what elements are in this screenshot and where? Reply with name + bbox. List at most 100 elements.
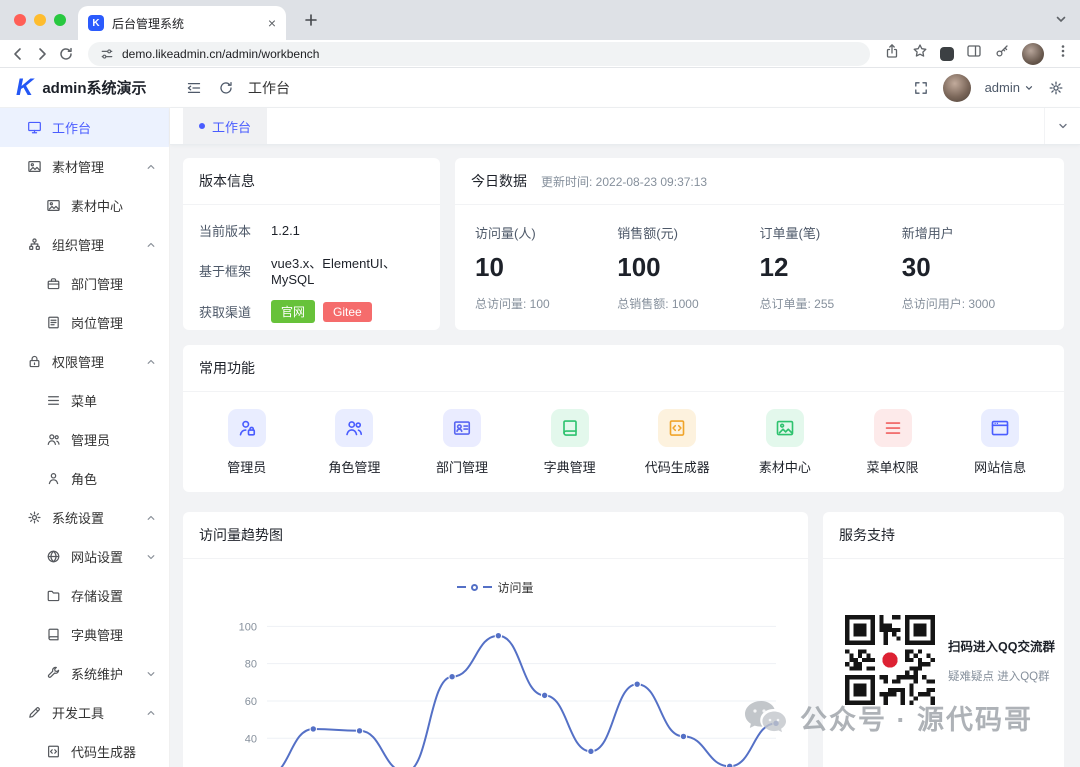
collapse-sidebar-icon[interactable] xyxy=(186,80,202,96)
version-card-title: 版本信息 xyxy=(183,158,440,205)
org-icon xyxy=(27,237,42,252)
forward-icon[interactable] xyxy=(34,46,50,62)
image-icon xyxy=(46,198,61,213)
chevron-up-icon xyxy=(146,513,156,523)
reload-icon[interactable] xyxy=(58,46,74,62)
quick-item-字典管理[interactable]: 字典管理 xyxy=(516,409,624,476)
stat-访问量(人): 访问量(人) 10 总访问量: 100 xyxy=(475,223,617,312)
extension-icon[interactable] xyxy=(940,46,954,61)
sidebar-item-字典管理[interactable]: 字典管理 xyxy=(0,615,169,654)
site-settings-icon[interactable] xyxy=(100,47,114,61)
quick-item-label: 网站信息 xyxy=(974,460,1027,475)
page-tabs-bar: 工作台 xyxy=(170,108,1080,145)
logo-k-mark: K xyxy=(16,73,34,101)
legend-line-right xyxy=(483,586,493,588)
user-menu[interactable]: admin xyxy=(985,80,1034,95)
new-tab-button[interactable] xyxy=(298,7,324,33)
folder-icon xyxy=(46,588,61,603)
sidebar-item-角色[interactable]: 角色 xyxy=(0,459,169,498)
sidebar-item-管理员[interactable]: 管理员 xyxy=(0,420,169,459)
page-tab-workbench[interactable]: 工作台 xyxy=(183,108,268,144)
share-icon[interactable] xyxy=(884,43,900,64)
browser-tabstrip: K 后台管理系统 × xyxy=(0,0,1080,40)
chevron-up-icon xyxy=(146,708,156,718)
minimize-window-button[interactable] xyxy=(34,14,46,26)
sidebar-item-工作台[interactable]: 工作台 xyxy=(0,108,169,147)
browser-menu-icon[interactable] xyxy=(1056,43,1070,64)
image-icon xyxy=(765,409,804,447)
legend-label: 访问量 xyxy=(497,580,534,595)
sidebar-item-岗位管理[interactable]: 岗位管理 xyxy=(0,303,169,342)
quick-item-素材中心[interactable]: 素材中心 xyxy=(731,409,839,476)
wrench-icon xyxy=(46,666,61,681)
sidebar-item-组织管理[interactable]: 组织管理 xyxy=(0,225,169,264)
quick-item-label: 素材中心 xyxy=(758,460,811,475)
bookmark-star-icon[interactable] xyxy=(912,43,928,64)
user-icon xyxy=(46,471,61,486)
tab-actions-chevron-icon[interactable] xyxy=(1044,108,1080,144)
official-site-badge[interactable]: 官网 xyxy=(271,300,316,323)
quick-item-菜单权限[interactable]: 菜单权限 xyxy=(839,409,947,476)
quick-item-角色管理[interactable]: 角色管理 xyxy=(301,409,409,476)
visits-trend-card: 访问量趋势图 访问量 100 80 60 40 xyxy=(183,512,808,767)
sidebar-item-存储设置[interactable]: 存储设置 xyxy=(0,576,169,615)
quick-item-部门管理[interactable]: 部门管理 xyxy=(408,409,516,476)
sidebar-item-系统设置[interactable]: 系统设置 xyxy=(0,498,169,537)
sidebar-item-系统维护[interactable]: 系统维护 xyxy=(0,654,169,693)
sidebar-item-素材中心[interactable]: 素材中心 xyxy=(0,186,169,225)
settings-gear-icon[interactable] xyxy=(1048,80,1064,96)
sidebar-item-label: 存储设置 xyxy=(71,589,124,604)
tab-close-icon[interactable]: × xyxy=(268,16,276,30)
url-bar[interactable]: demo.likeadmin.cn/admin/workbench xyxy=(88,41,870,66)
chart-legend[interactable]: 访问量 xyxy=(183,577,808,597)
codedoc-icon xyxy=(46,744,61,759)
book-icon xyxy=(550,409,589,447)
browser-icon xyxy=(981,409,1020,447)
breadcrumb: 工作台 xyxy=(248,79,290,96)
sidebar-item-部门管理[interactable]: 部门管理 xyxy=(0,264,169,303)
back-icon[interactable] xyxy=(10,46,26,62)
user-avatar[interactable] xyxy=(942,73,971,102)
svg-text:60: 60 xyxy=(245,696,257,708)
browser-tab[interactable]: K 后台管理系统 × xyxy=(78,6,286,40)
sidebar-item-代码生成器[interactable]: 代码生成器 xyxy=(0,732,169,767)
sidebar-item-权限管理[interactable]: 权限管理 xyxy=(0,342,169,381)
version-info-card: 版本信息 当前版本 1.2.1 基于框架 vue3.x、ElementUI、My… xyxy=(183,158,440,330)
tab-search-chevron-icon[interactable] xyxy=(1054,12,1068,31)
refresh-page-icon[interactable] xyxy=(218,80,234,96)
quick-item-代码生成器[interactable]: 代码生成器 xyxy=(624,409,732,476)
svg-text:80: 80 xyxy=(245,659,257,671)
browser-profile-avatar[interactable] xyxy=(1022,42,1044,65)
sidebar-item-label: 管理员 xyxy=(71,433,111,448)
qr-caption-sub: 疑难疑点 进入QQ群 xyxy=(948,671,1050,683)
sidebar-item-label: 部门管理 xyxy=(71,277,124,292)
browser-tab-title: 后台管理系统 xyxy=(112,16,185,31)
sidebar-item-素材管理[interactable]: 素材管理 xyxy=(0,147,169,186)
app-logo[interactable]: K admin系统演示 xyxy=(0,74,170,102)
stat-value: 10 xyxy=(475,252,504,282)
gitee-badge[interactable]: Gitee xyxy=(323,301,372,322)
quick-functions-card: 常用功能 管理员 角色管理 部门管理 字典管理 代码生成器 素材中心 菜单权限 网站信息 xyxy=(183,345,1064,492)
url-text: demo.likeadmin.cn/admin/workbench xyxy=(122,46,320,61)
side-panel-icon[interactable] xyxy=(966,43,982,64)
fullscreen-icon[interactable] xyxy=(913,80,929,96)
chevron-down-icon xyxy=(146,552,156,562)
support-card-title: 服务支持 xyxy=(823,512,1064,559)
quick-item-管理员[interactable]: 管理员 xyxy=(193,409,301,476)
stat-label: 新增用户 xyxy=(901,226,954,241)
zoom-window-button[interactable] xyxy=(54,14,66,26)
briefcase-icon xyxy=(46,276,61,291)
lock-icon xyxy=(27,354,42,369)
quick-item-网站信息[interactable]: 网站信息 xyxy=(946,409,1054,476)
sidebar-item-网站设置[interactable]: 网站设置 xyxy=(0,537,169,576)
users-icon xyxy=(46,432,61,447)
stat-label: 销售额(元) xyxy=(617,226,678,241)
menu-icon xyxy=(873,409,912,447)
gear-icon xyxy=(27,510,42,525)
passwords-key-icon[interactable] xyxy=(994,43,1010,64)
sidebar-item-菜单[interactable]: 菜单 xyxy=(0,381,169,420)
sidebar-item-开发工具[interactable]: 开发工具 xyxy=(0,693,169,732)
stat-label: 订单量(笔) xyxy=(759,226,821,241)
legend-marker-icon xyxy=(471,583,479,591)
close-window-button[interactable] xyxy=(14,14,26,26)
